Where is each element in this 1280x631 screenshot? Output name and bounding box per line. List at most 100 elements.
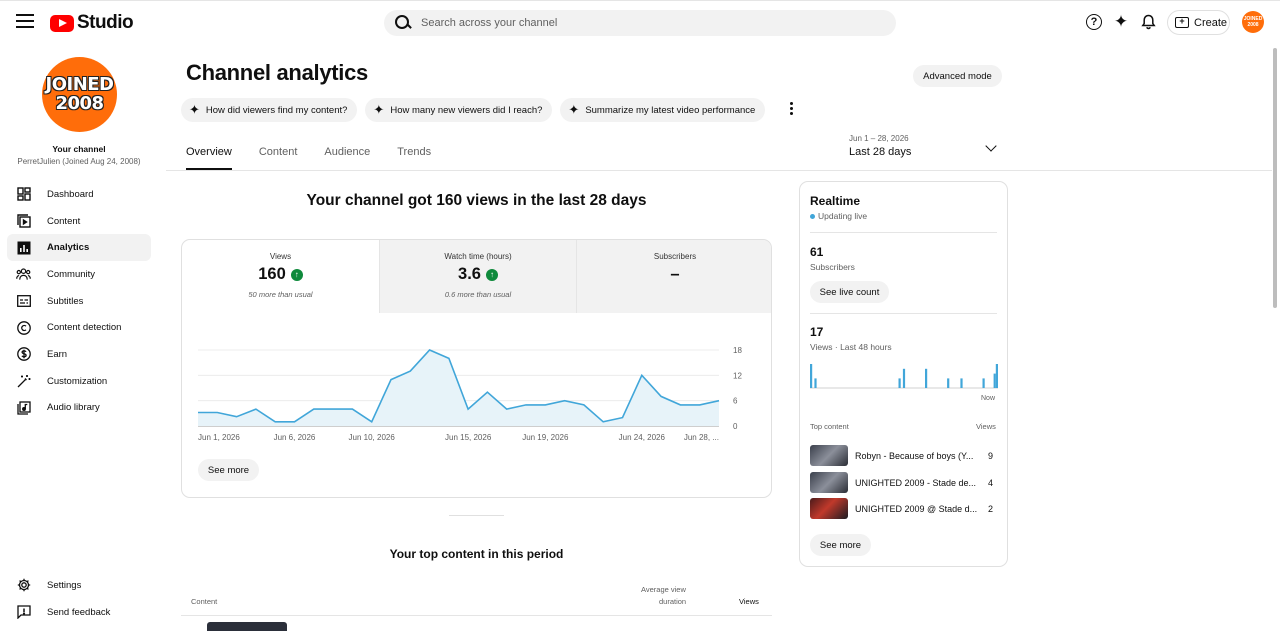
views-point[interactable] (716, 398, 722, 404)
realtime-content-row[interactable]: UNIGHTED 2009 @ Stade d... 2 (810, 498, 998, 519)
search-input[interactable] (421, 17, 881, 29)
views-point[interactable] (427, 347, 433, 353)
date-range-selector[interactable]: Jun 1 – 28, 2026 Last 28 days (849, 134, 911, 158)
views-point[interactable] (542, 402, 548, 408)
views-point[interactable] (369, 419, 375, 425)
chevron-down-icon[interactable] (985, 140, 997, 152)
sidebar-item-content-detection[interactable]: Content detection (7, 314, 151, 341)
more-options-icon[interactable] (786, 102, 796, 118)
views-point[interactable] (291, 419, 297, 425)
views-point[interactable] (658, 393, 664, 399)
views-point[interactable] (504, 406, 510, 412)
date-range-dates: Jun 1 – 28, 2026 (849, 134, 909, 143)
views-point[interactable] (677, 402, 683, 408)
views-point[interactable] (639, 372, 645, 378)
views-point[interactable] (581, 402, 587, 408)
realtime-bar[interactable] (814, 378, 817, 388)
views-point[interactable] (253, 406, 259, 412)
feedback-icon (16, 605, 31, 620)
overview-see-more-button[interactable]: See more (198, 459, 259, 481)
realtime-bar[interactable] (810, 364, 813, 388)
chip-summarize[interactable]: ✦ Summarize my latest video performance (560, 98, 766, 122)
ai-suggestion-chips: ✦ How did viewers find my content? ✦ How m… (181, 98, 773, 122)
y-tick-label: 6 (733, 397, 738, 406)
realtime-views-label: Views · Last 48 hours (810, 342, 892, 352)
channel-avatar[interactable]: JOINED 2008 (42, 57, 117, 132)
realtime-bar[interactable] (993, 373, 996, 388)
views-point[interactable] (523, 402, 529, 408)
tab-trends[interactable]: Trends (397, 146, 431, 170)
views-point[interactable] (272, 419, 278, 425)
views-point[interactable] (697, 402, 703, 408)
col-content: Content (191, 597, 218, 606)
realtime-bar[interactable] (902, 368, 906, 388)
realtime-bar[interactable] (898, 378, 901, 388)
sidebar-item-community[interactable]: Community (7, 261, 151, 288)
y-tick-label: 0 (733, 422, 738, 431)
views-point[interactable] (484, 389, 490, 395)
sidebar-item-earn[interactable]: Earn (7, 341, 151, 368)
metric-subscribers[interactable]: Subscribers – (576, 240, 771, 313)
search-icon[interactable] (395, 15, 411, 31)
video-thumbnail[interactable] (207, 622, 287, 631)
realtime-bar[interactable] (960, 378, 963, 388)
views-point[interactable] (349, 406, 355, 412)
create-video-icon: + (1175, 17, 1189, 28)
live-dot-icon (810, 213, 815, 219)
views-point[interactable] (407, 368, 413, 374)
sidebar-nav: Dashboard Content Analytics Community Su… (7, 181, 151, 421)
see-live-count-button[interactable]: See live count (810, 281, 889, 303)
studio-logo[interactable]: Studio (50, 12, 134, 34)
sidebar-item-analytics[interactable]: Analytics (7, 234, 151, 262)
views-point[interactable] (446, 355, 452, 361)
realtime-bar[interactable] (947, 378, 950, 388)
chip-new-viewers[interactable]: ✦ How many new viewers did I reach? (365, 98, 553, 122)
tabs-divider (166, 170, 1272, 171)
y-tick-label: 12 (733, 371, 742, 380)
realtime-see-more-button[interactable]: See more (810, 534, 871, 556)
views-point[interactable] (214, 409, 220, 415)
realtime-bar[interactable] (925, 368, 928, 388)
gear-icon (16, 578, 31, 593)
realtime-bar[interactable] (982, 378, 985, 388)
sidebar-item-settings[interactable]: Settings (7, 572, 151, 599)
sidebar-item-audio-library[interactable]: Audio library (7, 395, 151, 422)
sparkle-icon[interactable]: ✦ (1112, 12, 1130, 31)
advanced-mode-button[interactable]: Advanced mode (913, 65, 1002, 87)
sidebar-item-dashboard[interactable]: Dashboard (7, 181, 151, 208)
bell-icon[interactable] (1139, 13, 1157, 31)
divider (810, 313, 997, 314)
realtime-content-row[interactable]: UNIGHTED 2009 - Stade de... 4 (810, 472, 998, 493)
section-divider (449, 515, 504, 516)
sidebar-item-content[interactable]: Content (7, 208, 151, 235)
views-point[interactable] (311, 406, 317, 412)
views-point[interactable] (600, 419, 606, 425)
create-button[interactable]: + Create (1167, 10, 1230, 35)
tab-content[interactable]: Content (259, 146, 298, 170)
sidebar-item-subtitles[interactable]: Subtitles (7, 288, 151, 315)
col-avd-1: Average view (641, 585, 686, 594)
views-point[interactable] (465, 406, 471, 412)
sidebar-item-send-feedback[interactable]: Send feedback (7, 599, 151, 626)
views-point[interactable] (562, 398, 568, 404)
views-point[interactable] (620, 415, 626, 421)
tab-overview[interactable]: Overview (186, 146, 232, 170)
views-point[interactable] (234, 414, 240, 420)
realtime-bar[interactable] (995, 364, 998, 388)
views-point[interactable] (330, 406, 336, 412)
col-avd-2: duration (659, 597, 687, 606)
sidebar-item-customization[interactable]: Customization (7, 368, 151, 395)
views-point[interactable] (388, 377, 394, 383)
chip-viewers-find[interactable]: ✦ How did viewers find my content? (181, 98, 358, 122)
page-scrollbar[interactable] (1273, 48, 1277, 308)
metric-watch-time[interactable]: Watch time (hours) 3.6 ↑ 0.6 more than us… (379, 240, 576, 313)
realtime-content-row[interactable]: Robyn - Because of boys (Y... 9 (810, 445, 998, 466)
tab-audience[interactable]: Audience (324, 146, 370, 170)
views-point[interactable] (195, 409, 201, 415)
realtime-title: Realtime (810, 194, 861, 208)
youtube-logo-icon (50, 14, 74, 32)
help-icon[interactable]: ? (1086, 14, 1102, 30)
metric-views[interactable]: Views 160 ↑ 50 more than usual (182, 240, 379, 313)
hamburger-menu-icon[interactable] (16, 14, 34, 28)
account-avatar[interactable]: JOINED 2008 (1242, 11, 1264, 33)
